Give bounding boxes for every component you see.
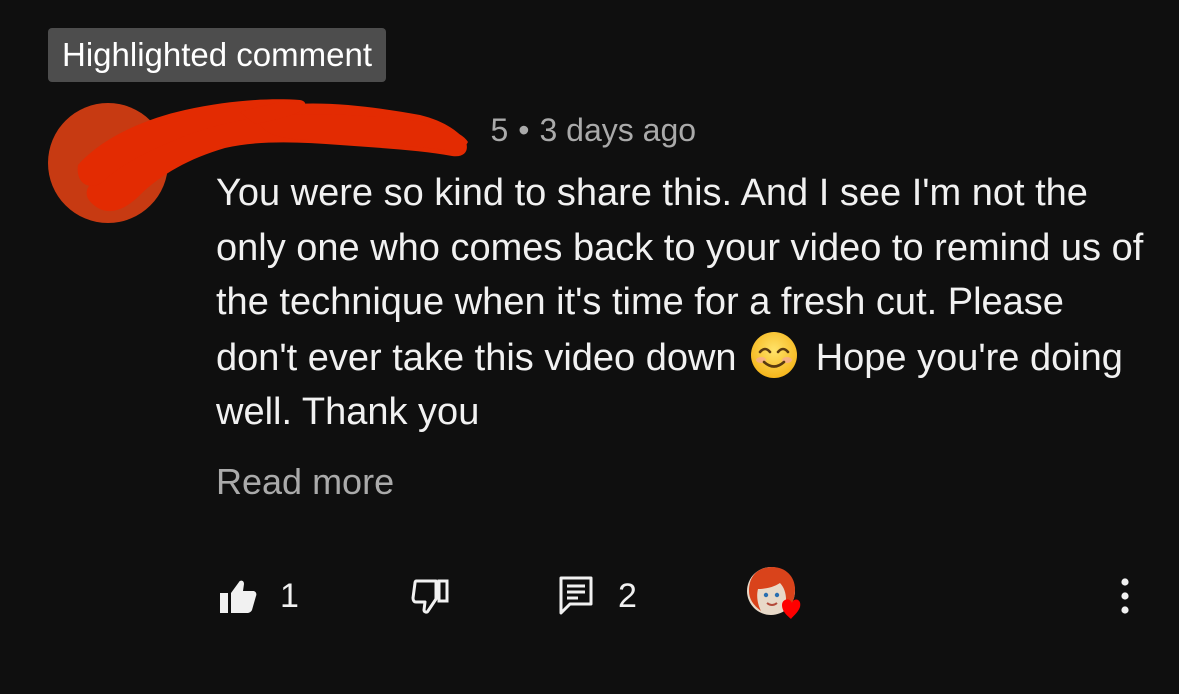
comment-actions: 1 2 <box>216 567 1146 624</box>
creator-heart-icon <box>747 567 801 619</box>
thumbs-up-icon <box>220 580 257 613</box>
handle-prefix[interactable]: @ <box>216 112 248 148</box>
highlighted-comment-badge: Highlighted comment <box>48 28 386 82</box>
reply-button[interactable]: 2 <box>556 568 637 624</box>
like-button[interactable]: 1 <box>218 568 299 624</box>
read-more-link[interactable]: Read more <box>216 458 394 506</box>
thumbs-down-icon <box>411 579 449 614</box>
like-count: 1 <box>280 577 299 615</box>
commenter-avatar[interactable] <box>48 103 168 223</box>
commenter-handle[interactable]: @5 <box>216 112 508 148</box>
comment-text: You were so kind to share this. And I se… <box>216 166 1151 440</box>
dislike-button[interactable] <box>410 568 450 624</box>
smiling-face-emoji-icon <box>751 331 798 378</box>
reply-count: 2 <box>618 577 637 615</box>
handle-suffix[interactable]: 5 <box>490 112 508 148</box>
more-vertical-icon <box>1121 578 1129 614</box>
more-options-button[interactable] <box>1110 568 1140 624</box>
comment-timestamp[interactable]: 3 days ago <box>539 112 696 148</box>
reply-icon <box>559 576 593 615</box>
comment-header: @5 • 3 days ago <box>216 108 696 152</box>
header-separator: • <box>518 112 530 148</box>
creator-heart-badge[interactable] <box>746 567 808 624</box>
